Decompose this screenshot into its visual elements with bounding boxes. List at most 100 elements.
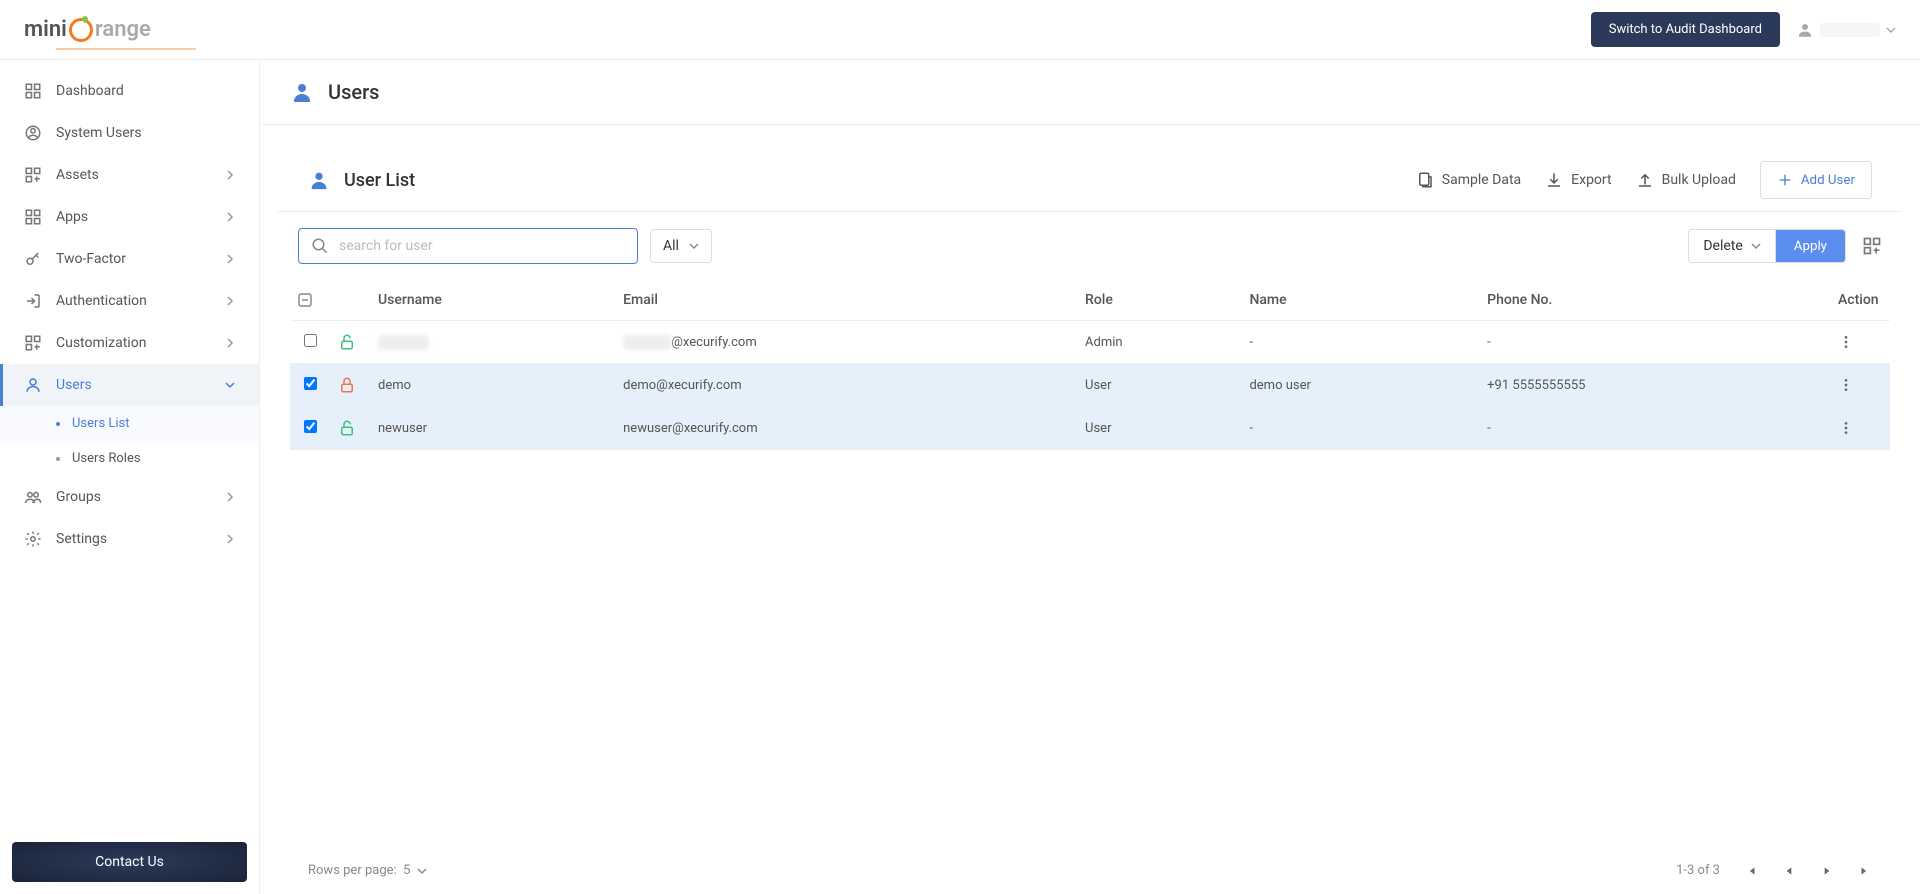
- top-bar: mini range Switch to Audit Dashboard: [0, 0, 1920, 60]
- col-action: Action: [1830, 280, 1890, 321]
- download-icon: [1545, 171, 1563, 189]
- chevron-down-icon: [1751, 241, 1761, 251]
- sidebar-item-apps[interactable]: Apps: [0, 196, 259, 238]
- action-label: Export: [1571, 172, 1611, 188]
- two-factor-icon: [24, 250, 42, 268]
- chevron-right-icon: [225, 170, 235, 180]
- sidebar-item-assets[interactable]: Assets: [0, 154, 259, 196]
- row-checkbox[interactable]: [304, 420, 317, 433]
- table-footer: Rows per page: 5 1-3 of 3: [278, 847, 1902, 894]
- upload-icon: [1636, 171, 1654, 189]
- contact-us-button[interactable]: Contact Us: [12, 842, 247, 882]
- sidebar-item-label: Settings: [56, 531, 107, 547]
- cell-phone: +91 5555555555: [1479, 364, 1830, 407]
- cell-name: -: [1241, 407, 1479, 450]
- section-header: User List Sample Data Export Bulk Upload: [278, 149, 1902, 212]
- chevron-right-icon: [225, 492, 235, 502]
- export-button[interactable]: Export: [1545, 171, 1611, 189]
- switch-audit-button[interactable]: Switch to Audit Dashboard: [1591, 12, 1780, 47]
- kebab-menu-icon[interactable]: [1838, 377, 1854, 393]
- sidebar-item-dashboard[interactable]: Dashboard: [0, 70, 259, 112]
- filter-select[interactable]: All: [650, 229, 712, 263]
- sidebar-item-label: Authentication: [56, 293, 147, 309]
- customization-icon: [24, 334, 42, 352]
- cell-email: newuser@xecurify.com: [615, 407, 1077, 450]
- indeterminate-checkbox-icon[interactable]: [298, 293, 312, 307]
- unlock-icon: [338, 419, 356, 437]
- user-icon: [1796, 21, 1814, 39]
- logo-text-mini: mini: [24, 17, 67, 42]
- users-table: Username Email Role Name Phone No. Actio…: [290, 280, 1890, 450]
- page-range: 1-3 of 3: [1676, 863, 1720, 878]
- row-checkbox[interactable]: [304, 334, 317, 347]
- sidebar-item-label: Apps: [56, 209, 88, 225]
- sidebar: Dashboard System Users Assets Apps Two-F…: [0, 60, 260, 894]
- sidebar-item-customization[interactable]: Customization: [0, 322, 259, 364]
- sample-data-button[interactable]: Sample Data: [1416, 171, 1521, 189]
- prev-page-icon[interactable]: [1782, 864, 1796, 878]
- cell-phone: -: [1479, 321, 1830, 364]
- cell-email-suffix: @xecurify.com: [671, 335, 756, 350]
- main-content: Users User List Sample Data Export: [260, 60, 1920, 894]
- chevron-right-icon: [225, 254, 235, 264]
- rows-per-page-label: Rows per page:: [308, 863, 397, 878]
- cell-username: newuser: [370, 407, 615, 450]
- bulk-upload-button[interactable]: Bulk Upload: [1636, 171, 1736, 189]
- sidebar-item-label: Users: [56, 377, 92, 393]
- sidebar-item-groups[interactable]: Groups: [0, 476, 259, 518]
- delete-select[interactable]: Delete: [1689, 230, 1775, 262]
- settings-icon: [24, 530, 42, 548]
- plus-icon: [1777, 172, 1793, 188]
- next-page-icon[interactable]: [1820, 864, 1834, 878]
- grid-view-icon[interactable]: [1862, 236, 1882, 256]
- action-label: Bulk Upload: [1662, 172, 1736, 188]
- chevron-down-icon[interactable]: [417, 866, 427, 876]
- cell-role: User: [1077, 407, 1241, 450]
- sidebar-item-authentication[interactable]: Authentication: [0, 280, 259, 322]
- kebab-menu-icon[interactable]: [1838, 334, 1854, 350]
- col-phone: Phone No.: [1479, 280, 1830, 321]
- dashboard-icon: [24, 82, 42, 100]
- sample-data-icon: [1416, 171, 1434, 189]
- cell-name: -: [1241, 321, 1479, 364]
- last-page-icon[interactable]: [1858, 864, 1872, 878]
- add-user-button[interactable]: Add User: [1760, 161, 1872, 199]
- kebab-menu-icon[interactable]: [1838, 420, 1854, 436]
- row-checkbox[interactable]: [304, 377, 317, 390]
- sidebar-item-label: Dashboard: [56, 83, 124, 99]
- sidebar-item-system-users[interactable]: System Users: [0, 112, 259, 154]
- groups-icon: [24, 488, 42, 506]
- bullet-icon: [56, 422, 60, 426]
- chevron-down-icon: [689, 241, 699, 251]
- chevron-down-icon: [1886, 25, 1896, 35]
- sidebar-item-users[interactable]: Users: [0, 364, 259, 406]
- chevron-down-icon: [225, 380, 235, 390]
- sidebar-item-label: Groups: [56, 489, 101, 505]
- sidebar-item-two-factor[interactable]: Two-Factor: [0, 238, 259, 280]
- search-input[interactable]: [339, 238, 625, 254]
- user-menu[interactable]: [1796, 21, 1896, 39]
- cell-email-prefix-blurred: [623, 335, 671, 350]
- cell-role: User: [1077, 364, 1241, 407]
- bullet-icon: [56, 457, 60, 461]
- action-label: Sample Data: [1442, 172, 1521, 188]
- sidebar-item-settings[interactable]: Settings: [0, 518, 259, 560]
- cell-role: Admin: [1077, 321, 1241, 364]
- page-title: Users: [328, 80, 379, 104]
- sidebar-sub-users-roles[interactable]: Users Roles: [0, 441, 259, 476]
- user-name-blurred: [1820, 23, 1880, 37]
- col-username: Username: [370, 280, 615, 321]
- search-icon: [311, 237, 329, 255]
- sidebar-sub-users-list[interactable]: Users List: [0, 406, 259, 441]
- first-page-icon[interactable]: [1744, 864, 1758, 878]
- toolbar: All Delete Apply: [278, 212, 1902, 280]
- chevron-right-icon: [225, 212, 235, 222]
- apply-button[interactable]: Apply: [1776, 230, 1845, 262]
- assets-icon: [24, 166, 42, 184]
- user-icon: [308, 169, 330, 191]
- users-icon: [24, 376, 42, 394]
- chevron-right-icon: [225, 534, 235, 544]
- cell-username-blurred: [378, 335, 429, 350]
- apps-icon: [24, 208, 42, 226]
- col-name: Name: [1241, 280, 1479, 321]
